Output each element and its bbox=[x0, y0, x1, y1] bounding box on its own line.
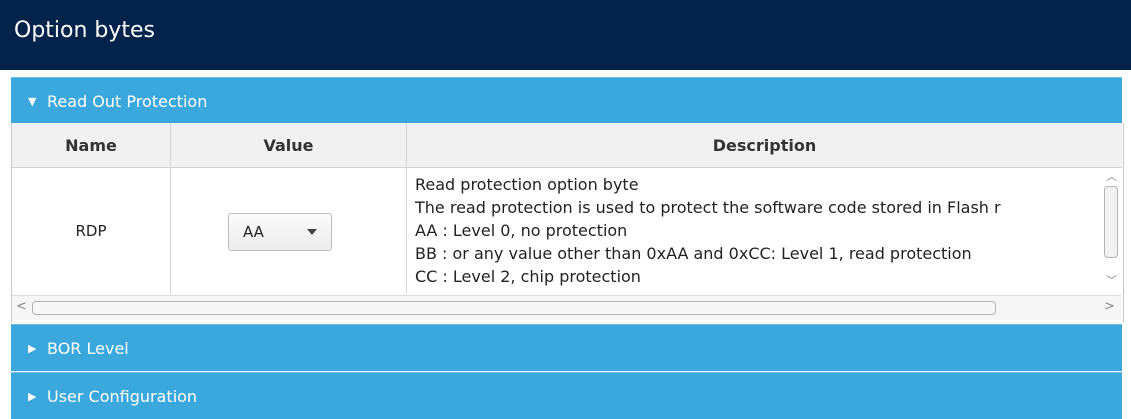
horizontal-scrollbar[interactable]: < > bbox=[12, 295, 1121, 320]
scroll-up-icon[interactable]: ︿ bbox=[1106, 168, 1117, 184]
triangle-right-icon: ▶ bbox=[28, 389, 37, 403]
section-label: User Configuration bbox=[47, 386, 198, 406]
description-line: CC : Level 2, chip protection bbox=[415, 267, 641, 286]
row-name: RDP bbox=[75, 222, 107, 240]
triangle-right-icon: ▶ bbox=[28, 341, 37, 355]
table-row-name-cell: RDP bbox=[12, 168, 171, 294]
caret-down-icon bbox=[307, 229, 317, 235]
scroll-left-icon[interactable]: < bbox=[16, 299, 27, 314]
description-line: The read protection is used to protect t… bbox=[415, 198, 1001, 217]
description-line: BB : or any value other than 0xAA and 0x… bbox=[415, 244, 972, 263]
column-header-value[interactable]: Value bbox=[171, 123, 407, 168]
horizontal-scroll-thumb[interactable] bbox=[32, 301, 996, 315]
option-bytes-panel: ▼ Read Out Protection Name Value Descrip… bbox=[6, 70, 1129, 419]
vertical-scroll-thumb[interactable] bbox=[1104, 186, 1118, 258]
section-header-read-out-protection[interactable]: ▼ Read Out Protection bbox=[11, 77, 1122, 124]
description-line: AA : Level 0, no protection bbox=[415, 221, 628, 240]
window-title: Option bytes bbox=[14, 18, 156, 43]
section-header-bor-level[interactable]: ▶ BOR Level bbox=[11, 324, 1122, 371]
dropdown-selected-value: AA bbox=[243, 223, 264, 241]
scroll-down-icon[interactable]: ﹀ bbox=[1106, 272, 1117, 288]
table-row-value-cell: AA bbox=[171, 168, 407, 294]
option-table: Name Value Description RDP AA Read prote… bbox=[11, 123, 1124, 322]
section-label: Read Out Protection bbox=[47, 91, 208, 111]
column-header-name[interactable]: Name bbox=[12, 123, 171, 168]
rdp-value-dropdown[interactable]: AA bbox=[228, 213, 332, 251]
scroll-right-icon[interactable]: > bbox=[1104, 299, 1115, 314]
section-label: BOR Level bbox=[47, 338, 129, 358]
triangle-down-icon: ▼ bbox=[28, 94, 37, 108]
table-row-description-cell: Read protection option byte The read pro… bbox=[407, 168, 1099, 294]
column-header-description[interactable]: Description bbox=[407, 123, 1122, 168]
description-line: Read protection option byte bbox=[415, 175, 639, 194]
section-header-user-configuration[interactable]: ▶ User Configuration bbox=[11, 372, 1122, 419]
window-titlebar: Option bytes bbox=[0, 0, 1131, 70]
vertical-scrollbar[interactable]: ︿ ﹀ bbox=[1101, 168, 1121, 294]
